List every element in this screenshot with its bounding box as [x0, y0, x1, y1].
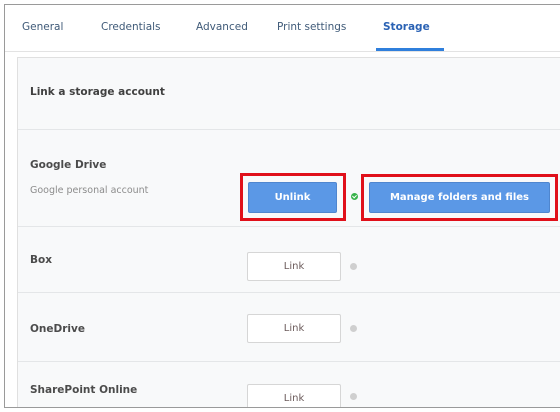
manage-highlight-box	[361, 174, 558, 221]
service-name-google-drive: Google Drive	[30, 159, 107, 171]
service-name-sharepoint-online: SharePoint Online	[30, 384, 138, 396]
onedrive-status-icon	[350, 325, 357, 332]
sharepoint-status-icon	[350, 393, 357, 400]
tab-credentials[interactable]: Credentials	[101, 21, 161, 33]
service-name-onedrive: OneDrive	[30, 323, 85, 335]
service-divider	[18, 361, 560, 362]
service-divider	[18, 292, 560, 293]
storage-panel: Link a storage account Google Drive Goog…	[17, 57, 560, 407]
box-status-icon	[350, 263, 357, 270]
tab-advanced[interactable]: Advanced	[196, 21, 248, 33]
sharepoint-link-button[interactable]: Link	[247, 384, 341, 407]
unlink-highlight-box	[240, 173, 346, 221]
tab-storage[interactable]: Storage	[383, 21, 430, 33]
settings-tabs: General Credentials Advanced Print setti…	[5, 5, 560, 52]
service-name-box: Box	[30, 254, 52, 266]
google-account-label: Google personal account	[30, 185, 149, 196]
tab-general[interactable]: General	[22, 21, 63, 33]
box-link-button[interactable]: Link	[247, 252, 341, 281]
section-divider	[18, 129, 560, 130]
linked-status-icon	[351, 193, 358, 200]
service-divider	[18, 226, 560, 227]
tab-print-settings[interactable]: Print settings	[277, 21, 346, 33]
section-title: Link a storage account	[30, 86, 165, 98]
onedrive-link-button[interactable]: Link	[247, 314, 341, 343]
settings-window: General Credentials Advanced Print setti…	[4, 4, 560, 408]
active-tab-indicator	[376, 48, 444, 51]
